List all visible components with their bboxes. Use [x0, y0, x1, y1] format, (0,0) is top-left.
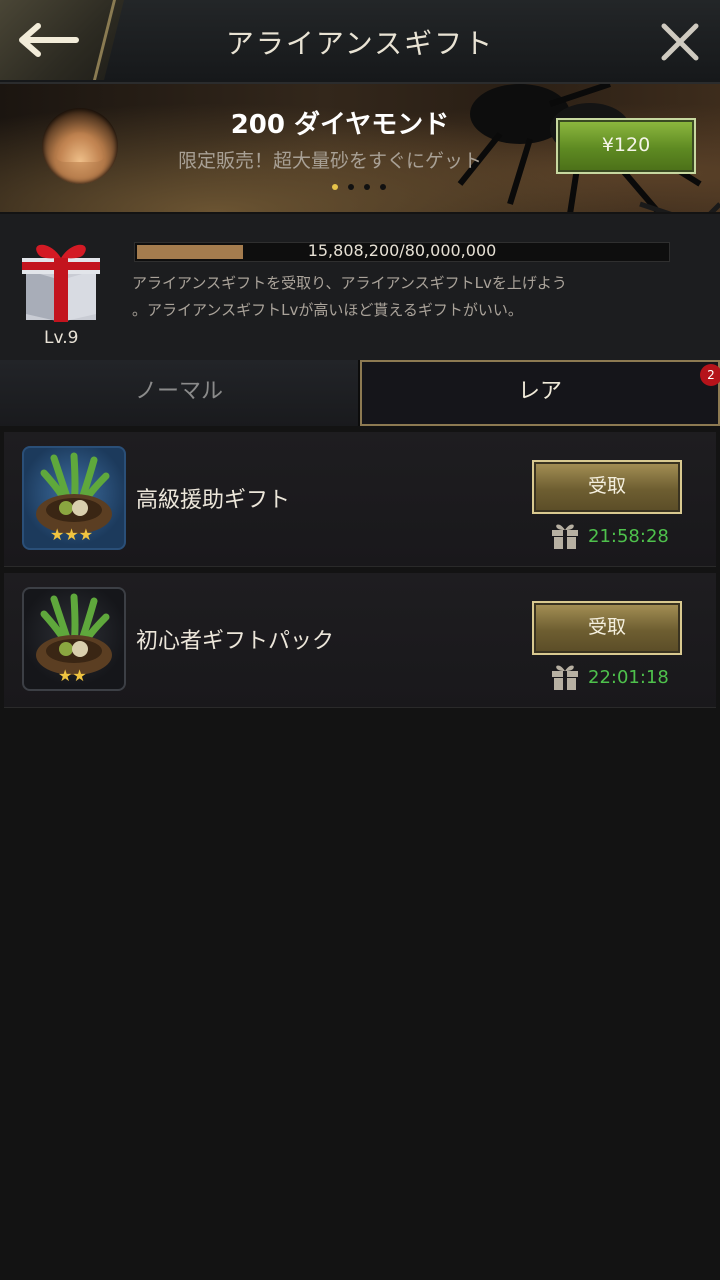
- sand-icon: [42, 108, 118, 184]
- gift-level-description: アライアンスギフトを受取り、アライアンスギフトLvを上げよう 。アライアンスギフ…: [132, 270, 702, 324]
- banner-subtitle: 限定販売！超大量砂をすぐにゲット: [177, 150, 482, 172]
- claim-button[interactable]: 受取: [532, 601, 682, 655]
- page-dot[interactable]: [332, 184, 338, 190]
- gift-timer: 21:58:28: [588, 526, 669, 547]
- gift-progress-bar: 15,808,200/80,000,000: [134, 241, 670, 262]
- nest-illustration: ★★: [36, 593, 112, 685]
- star-icon: ★★: [58, 666, 87, 685]
- nest-illustration: ★★★: [36, 452, 112, 544]
- promo-banner[interactable]: 200 ダイヤモンド 限定販売！超大量砂をすぐにゲット ¥120: [0, 84, 720, 212]
- gift-progress-text: 15,808,200/80,000,000: [307, 241, 497, 260]
- page-dot[interactable]: [380, 184, 386, 190]
- banner-page-dots: [332, 184, 386, 190]
- page-title: アライアンスギフト: [225, 27, 495, 60]
- description-line: アライアンスギフトを受取り、アライアンスギフトLvを上げよう: [132, 274, 567, 292]
- price-button[interactable]: ¥120: [556, 118, 696, 174]
- gift-small-icon: [552, 524, 578, 549]
- close-icon[interactable]: [658, 20, 702, 64]
- page-dot[interactable]: [348, 184, 354, 190]
- list-item: ★★★ 高級援助ギフト 受取 21:58:28: [4, 432, 716, 567]
- gift-timer: 22:01:18: [588, 667, 669, 688]
- tab-bar: ノーマル レア 2: [0, 360, 720, 428]
- tab-rare[interactable]: レア 2: [360, 360, 720, 426]
- banner-title: 200 ダイヤモンド: [230, 110, 450, 140]
- nest-icon: ★★: [22, 587, 126, 691]
- header: アライアンスギフト: [0, 0, 720, 84]
- nest-icon: ★★★: [22, 446, 126, 550]
- gift-level-panel: Lv.9 15,808,200/80,000,000 アライアンスギフトを受取り…: [0, 214, 720, 360]
- notification-badge: 2: [700, 364, 720, 386]
- tab-rare-label: レア: [517, 379, 562, 404]
- description-line: 。アライアンスギフトLvが高いほど貰えるギフトがいい。: [132, 301, 523, 319]
- tab-normal[interactable]: ノーマル: [0, 360, 360, 426]
- gift-box-icon: [22, 244, 100, 322]
- gift-name: 高級援助ギフト: [136, 488, 291, 513]
- gift-list: ★★★ 高級援助ギフト 受取 21:58:28 ★★ 初心者ギフトパック 受取: [4, 432, 716, 714]
- gift-level-label: Lv.9: [44, 328, 79, 348]
- star-icon: ★★★: [50, 525, 93, 544]
- gift-name: 初心者ギフトパック: [136, 629, 335, 654]
- claim-button[interactable]: 受取: [532, 460, 682, 514]
- page-dot[interactable]: [364, 184, 370, 190]
- list-item: ★★ 初心者ギフトパック 受取 22:01:18: [4, 573, 716, 708]
- gift-small-icon: [552, 665, 578, 690]
